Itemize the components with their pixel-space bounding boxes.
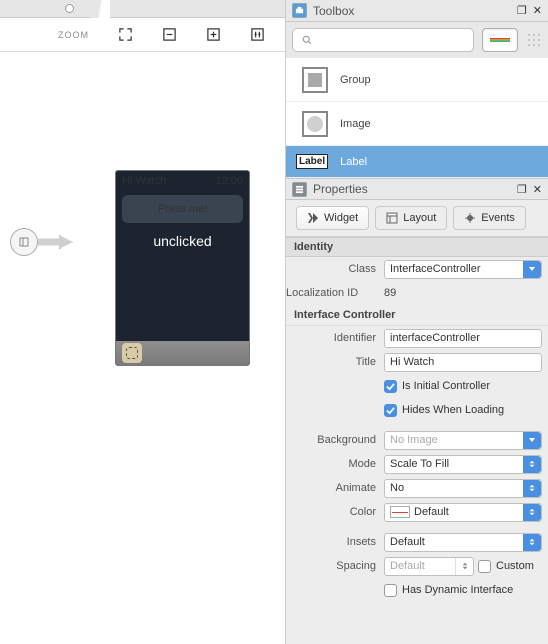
animate-combo[interactable]: No (384, 479, 542, 498)
detach-icon[interactable]: ❐ (517, 4, 527, 17)
tab-widget[interactable]: Widget (296, 206, 369, 230)
color-combo[interactable]: Default (384, 503, 542, 522)
label-icon: Label (296, 154, 328, 169)
canvas-toolbar: ZOOM (0, 18, 285, 52)
background-combo[interactable]: No Image (384, 431, 542, 450)
grid-view-icon[interactable] (526, 32, 542, 48)
library-filter-button[interactable] (482, 28, 518, 52)
spacing-custom-checkbox[interactable]: Custom (478, 560, 534, 573)
detach-icon[interactable]: ❐ (517, 183, 527, 196)
arrow-shape (38, 235, 73, 249)
row-class: Class InterfaceController (286, 257, 548, 281)
search-input[interactable] (292, 28, 474, 52)
properties-body: Widget Layout Events Identity Class Inte… (286, 200, 548, 644)
group-icon (302, 67, 328, 93)
properties-title: Properties (313, 182, 368, 196)
toolbox-icon (292, 3, 307, 18)
tab-edge (90, 0, 110, 18)
color-swatch (390, 506, 410, 518)
watch-preview[interactable]: Hi Watch 12:00 Press me! unclicked (115, 170, 250, 366)
title-input[interactable] (384, 353, 542, 372)
entry-point-arrow[interactable] (10, 228, 73, 256)
watch-statusbar: Hi Watch 12:00 (116, 171, 249, 191)
close-icon[interactable]: ✕ (533, 183, 542, 196)
toolbox-header: Toolbox ❐ ✕ (286, 0, 548, 22)
class-combo[interactable]: InterfaceController (384, 260, 542, 279)
properties-tabs: Widget Layout Events (286, 200, 548, 237)
properties-icon (292, 182, 307, 197)
watch-home-icon[interactable] (122, 343, 142, 363)
row-locid: Localization ID 89 (286, 281, 548, 305)
toolbox-search-row (286, 22, 548, 58)
dynamic-checkbox[interactable]: Has Dynamic Interface (384, 584, 513, 597)
toolbox-item-group[interactable]: Group (286, 58, 548, 102)
properties-header: Properties ❐ ✕ (286, 178, 548, 200)
watch-button[interactable]: Press me! (122, 195, 243, 223)
watch-label[interactable]: unclicked (116, 227, 249, 249)
entry-point-icon (10, 228, 38, 256)
fullscreen-icon[interactable] (117, 27, 133, 43)
hides-checkbox[interactable]: Hides When Loading (384, 404, 504, 417)
tab-layout[interactable]: Layout (375, 206, 447, 230)
spacing-input[interactable]: Default (384, 557, 474, 576)
zoom-in-icon[interactable] (205, 27, 221, 43)
tab-close-icon[interactable] (65, 4, 74, 13)
toolbox-list: Group Image Label Label (286, 58, 548, 178)
document-tabstrip (0, 0, 285, 18)
design-canvas: ZOOM Hi Watch 12:00 Press me! unclicked (0, 0, 285, 644)
toolbox-item-label[interactable]: Label Label (286, 146, 548, 178)
section-controller: Interface Controller (286, 305, 548, 326)
close-icon[interactable]: ✕ (533, 4, 542, 17)
identifier-input[interactable] (384, 329, 542, 348)
toolbox-item-image[interactable]: Image (286, 102, 548, 146)
initial-checkbox[interactable]: Is Initial Controller (384, 380, 490, 393)
zoom-out-icon[interactable] (161, 27, 177, 43)
locid-value: 89 (384, 287, 542, 299)
watch-footer (116, 341, 249, 365)
zoom-label: ZOOM (58, 30, 89, 40)
image-icon (302, 111, 328, 137)
toolbox-title: Toolbox (313, 4, 354, 18)
watch-title: Hi Watch (122, 175, 166, 187)
mode-combo[interactable]: Scale To Fill (384, 455, 542, 474)
zoom-fit-icon[interactable] (249, 27, 265, 43)
insets-combo[interactable]: Default (384, 533, 542, 552)
tab-events[interactable]: Events (453, 206, 526, 230)
watch-time: 12:00 (215, 175, 243, 187)
section-identity: Identity (286, 237, 548, 257)
